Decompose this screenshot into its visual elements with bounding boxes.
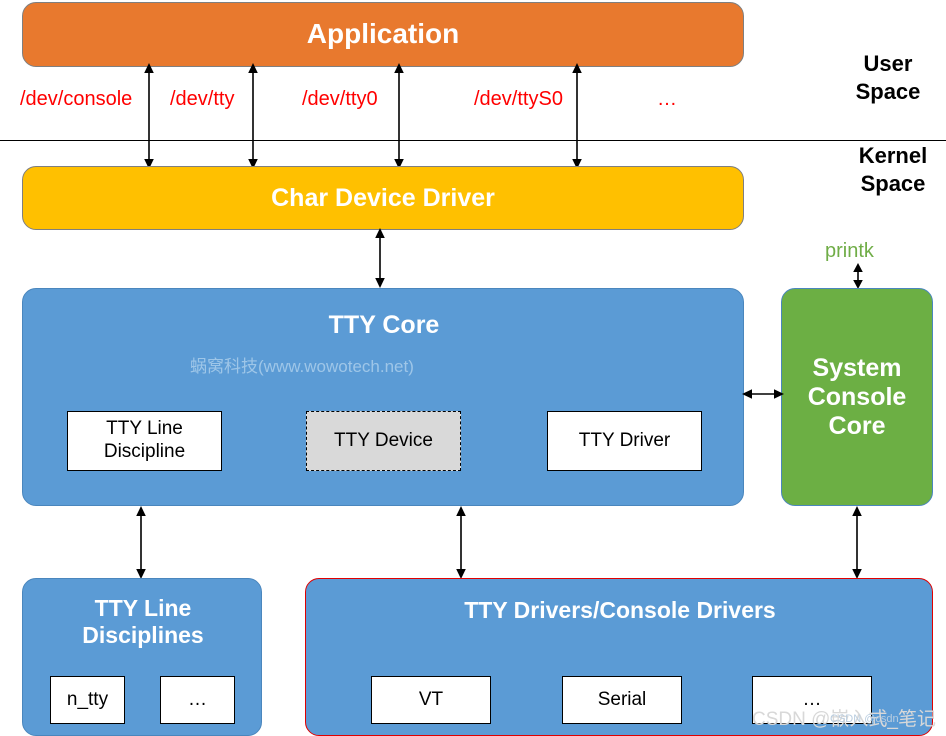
tty-drivers-console-drivers-title: TTY Drivers/Console Drivers xyxy=(464,597,776,623)
tty-line-disciplines-title-line2: Disciplines xyxy=(82,622,204,649)
tty-core-box[interactable]: TTY Core 蜗窝科技(www.wowotech.net) TTY Line… xyxy=(22,288,744,506)
arrow-app-to-chardev-3 xyxy=(394,63,404,169)
device-path-dev-console: /dev/console xyxy=(20,88,133,110)
arrow-app-to-chardev-1 xyxy=(144,63,154,169)
application-label: Application xyxy=(306,18,460,50)
user-space-label: User Space xyxy=(838,50,938,105)
system-console-core-line3: Core xyxy=(828,411,886,440)
system-console-core-box[interactable]: System Console Core xyxy=(781,288,933,506)
tty-device-box[interactable]: TTY Device xyxy=(306,411,461,471)
line-discipline-item-n-tty-label: n_tty xyxy=(66,688,109,710)
csdn-watermark-small: CSDN @csdn xyxy=(830,713,899,725)
tty-line-discipline-label-line2: Discipline xyxy=(103,441,186,462)
arrow-chardev-to-ttycore xyxy=(375,228,385,288)
user-space-line1: User xyxy=(863,51,913,76)
tty-driver-item-serial[interactable]: Serial xyxy=(562,676,682,724)
arrow-console-core-to-tty-drivers xyxy=(852,506,862,579)
line-discipline-item-ellipsis-label: … xyxy=(188,688,207,710)
application-box[interactable]: Application xyxy=(22,2,744,67)
arrow-ttycore-to-line-disciplines xyxy=(136,506,146,579)
device-path-dev-tty: /dev/tty xyxy=(170,88,235,110)
arrow-ttycore-to-console-core xyxy=(742,389,784,399)
arrow-app-to-chardev-2 xyxy=(248,63,258,169)
tty-line-disciplines-title: TTY Line Disciplines xyxy=(23,595,263,649)
system-console-core-line1: System xyxy=(812,353,902,382)
line-discipline-item-n-tty[interactable]: n_tty xyxy=(50,676,125,724)
device-path-dev-ttys0: /dev/ttyS0 xyxy=(474,88,563,110)
kernel-space-line2: Space xyxy=(860,170,926,196)
system-console-core-line2: Console xyxy=(807,382,907,411)
tty-line-disciplines-title-line1: TTY Line xyxy=(94,595,192,621)
user-space-line2: Space xyxy=(855,78,921,104)
kernel-space-label: Kernel Space xyxy=(838,142,946,197)
line-discipline-item-ellipsis[interactable]: … xyxy=(160,676,235,724)
device-path-dev-tty0: /dev/tty0 xyxy=(302,88,378,110)
arrow-printk-to-console-core xyxy=(853,263,863,289)
wowotech-watermark: 蜗窝科技(www.wowotech.net) xyxy=(190,357,414,376)
device-path-ellipsis: … xyxy=(657,88,677,110)
printk-label: printk xyxy=(825,240,874,262)
tty-driver-item-vt-label: VT xyxy=(418,688,444,710)
tty-device-label: TTY Device xyxy=(334,429,433,451)
arrow-app-to-chardev-4 xyxy=(572,63,582,169)
kernel-space-line1: Kernel xyxy=(858,143,928,168)
tty-line-discipline-label-line1: TTY Line xyxy=(106,418,183,440)
tty-driver-item-serial-label: Serial xyxy=(597,688,647,710)
char-device-driver-box[interactable]: Char Device Driver xyxy=(22,166,744,230)
tty-line-disciplines-box[interactable]: TTY Line Disciplines n_tty … xyxy=(22,578,262,736)
tty-driver-item-vt[interactable]: VT xyxy=(371,676,491,724)
tty-driver-box[interactable]: TTY Driver xyxy=(547,411,702,471)
tty-architecture-diagram: Application User Space Kernel Space /dev… xyxy=(0,0,946,736)
tty-line-discipline-box[interactable]: TTY Line Discipline xyxy=(67,411,222,471)
char-device-driver-label: Char Device Driver xyxy=(271,183,495,212)
tty-driver-label: TTY Driver xyxy=(578,429,671,451)
tty-core-title: TTY Core xyxy=(328,311,440,339)
arrow-ttycore-to-tty-drivers xyxy=(456,506,466,579)
